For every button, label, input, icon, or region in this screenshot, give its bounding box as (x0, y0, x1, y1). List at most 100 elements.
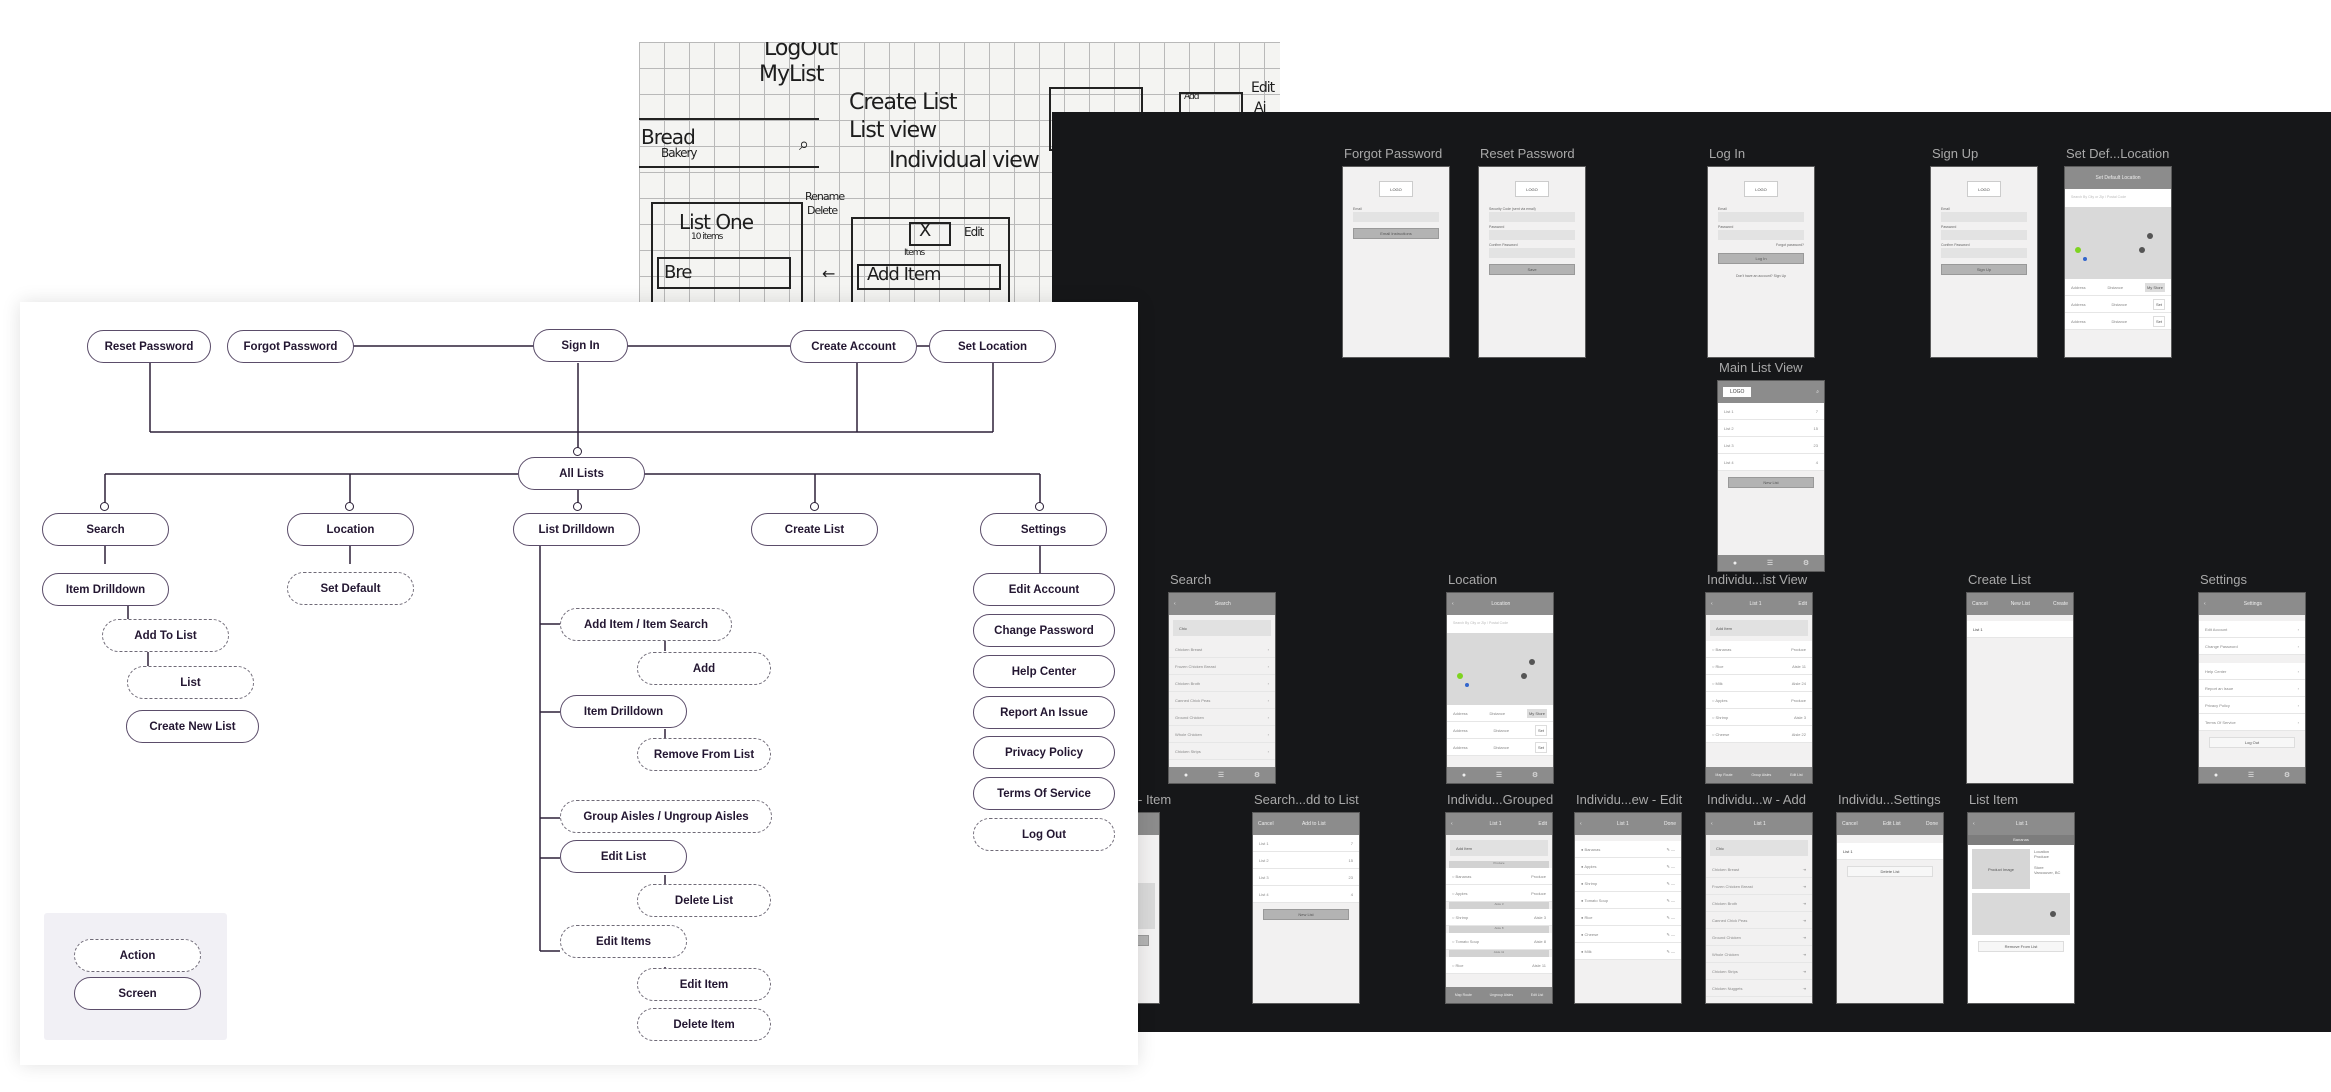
edit-button[interactable]: Edit (1798, 601, 1807, 607)
list-name[interactable]: List 1 (1724, 409, 1734, 414)
search-result[interactable]: Whole Chicken (1175, 732, 1202, 737)
item-name[interactable]: Shrimp (1585, 881, 1598, 886)
list-name-input[interactable]: List 1 (1967, 621, 2073, 638)
search-result[interactable]: Chicken Strips (1712, 969, 1738, 974)
search-result[interactable]: Chicken Breast (1175, 647, 1202, 652)
sign-up-link[interactable]: Don't have an account? Sign Up (1718, 274, 1804, 278)
save-button[interactable]: Save (1489, 264, 1575, 275)
settings-item[interactable]: Change Password (2205, 644, 2238, 649)
node-forgot-password[interactable]: Forgot Password (227, 330, 354, 363)
gear-icon[interactable]: ⚙ (2284, 771, 2290, 779)
set-button[interactable]: Set (1534, 741, 1547, 753)
cancel-button[interactable]: Cancel (1258, 821, 1274, 827)
list-name-input[interactable]: List 1 (1837, 843, 1943, 860)
list-name[interactable]: List 2 (1259, 858, 1269, 863)
search-input[interactable]: Chic (1173, 620, 1271, 636)
edit-list-button[interactable]: Edit List (1531, 993, 1543, 997)
confirm-password-field[interactable] (1489, 248, 1575, 258)
node-delete-item[interactable]: Delete Item (637, 1008, 771, 1041)
node-create-new-list[interactable]: Create New List (126, 710, 259, 743)
create-button[interactable]: Create (2053, 601, 2068, 607)
node-edit-list[interactable]: Edit List (560, 840, 687, 873)
node-item-drilldown[interactable]: Item Drilldown (42, 573, 169, 606)
item-name[interactable]: Tomato Soup (1455, 939, 1479, 944)
location-search-input[interactable]: Search By City or Zip / Postal Code (1447, 615, 1553, 633)
search-input[interactable]: Chic (1710, 840, 1808, 856)
new-list-button[interactable]: New List (1263, 909, 1349, 920)
node-location[interactable]: Location (287, 513, 414, 546)
item-name[interactable]: Bananas (1456, 874, 1472, 879)
ungroup-aisles-button[interactable]: Ungroup Aisles (1490, 993, 1514, 997)
search-icon[interactable]: ⌕ (1816, 389, 1819, 395)
item-name[interactable]: Shrimp (1456, 915, 1469, 920)
node-reset-password[interactable]: Reset Password (87, 330, 211, 363)
map-route-button[interactable]: Map Route (1455, 993, 1472, 997)
search-result[interactable]: Ground Chicken (1175, 715, 1204, 720)
search-result[interactable]: Chicken Broth (1175, 681, 1200, 686)
edit-list-button[interactable]: Edit List (1790, 773, 1802, 777)
search-result[interactable]: Canned Chick Peas (1175, 698, 1210, 703)
list-icon[interactable]: ☰ (1496, 771, 1502, 779)
search-result[interactable]: Frozen Chicken Breast (1712, 884, 1753, 889)
node-help-center[interactable]: Help Center (973, 655, 1115, 688)
gear-icon[interactable]: ⚙ (1803, 559, 1809, 567)
item-name[interactable]: Milk (1716, 681, 1723, 686)
item-name[interactable]: Shrimp (1716, 715, 1729, 720)
settings-item[interactable]: Edit Account (2205, 627, 2227, 632)
search-result[interactable]: Chicken Broth (1712, 901, 1737, 906)
gear-icon[interactable]: ⚙ (1254, 771, 1260, 779)
location-icon[interactable]: ● (1462, 772, 1466, 779)
edit-button[interactable]: Edit (1538, 821, 1547, 827)
node-set-default[interactable]: Set Default (287, 572, 414, 605)
set-button[interactable]: Set (2152, 315, 2165, 327)
done-button[interactable]: Done (1664, 821, 1676, 827)
search-result[interactable]: Ground Chicken (1712, 935, 1741, 940)
node-all-lists[interactable]: All Lists (518, 457, 645, 490)
password-field[interactable] (1718, 230, 1804, 240)
my-store-button[interactable]: My Store (2144, 282, 2165, 292)
item-name[interactable]: Cheese (1585, 932, 1599, 937)
settings-item[interactable]: Report an Issue (2205, 686, 2233, 691)
node-edit-item[interactable]: Edit Item (637, 968, 771, 1001)
item-name[interactable]: Apples (1715, 698, 1727, 703)
forgot-password-link[interactable]: Forgot password? (1718, 243, 1804, 247)
item-name[interactable]: Bananas (1716, 647, 1732, 652)
node-list-drilldown[interactable]: List Drilldown (513, 513, 640, 546)
my-store-button[interactable]: My Store (1526, 708, 1547, 718)
list-icon[interactable]: ☰ (2248, 771, 2254, 779)
edit-icon[interactable]: ✎ — (1667, 949, 1675, 954)
email-field[interactable] (1353, 212, 1439, 222)
item-name[interactable]: Bananas (1585, 847, 1601, 852)
node-log-out[interactable]: Log Out (973, 818, 1115, 851)
edit-icon[interactable]: ✎ — (1667, 881, 1675, 886)
node-settings[interactable]: Settings (980, 513, 1107, 546)
settings-item[interactable]: Privacy Policy (2205, 703, 2230, 708)
email-field[interactable] (1941, 212, 2027, 222)
edit-icon[interactable]: ✎ — (1667, 864, 1675, 869)
node-set-location[interactable]: Set Location (929, 330, 1056, 363)
settings-item[interactable]: Terms Of Service (2205, 720, 2236, 725)
node-add-to-list[interactable]: Add To List (102, 619, 229, 652)
node-group-aisles[interactable]: Group Aisles / Ungroup Aisles (560, 800, 772, 833)
map[interactable] (2065, 207, 2171, 279)
node-create-account[interactable]: Create Account (790, 330, 917, 363)
node-terms-of-service[interactable]: Terms Of Service (973, 777, 1115, 810)
log-out-button[interactable]: Log Out (2209, 737, 2295, 748)
node-edit-items[interactable]: Edit Items (560, 925, 687, 958)
item-name[interactable]: Cheese (1716, 732, 1730, 737)
list-name[interactable]: List 4 (1724, 460, 1734, 465)
security-code-field[interactable] (1489, 212, 1575, 222)
item-name[interactable]: Milk (1585, 949, 1592, 954)
node-add[interactable]: Add (637, 652, 771, 685)
password-field[interactable] (1489, 230, 1575, 240)
gear-icon[interactable]: ⚙ (1532, 771, 1538, 779)
location-icon[interactable]: ● (1184, 772, 1188, 779)
add-item-input[interactable]: Add Item (1710, 620, 1808, 636)
node-item-drilldown-2[interactable]: Item Drilldown (560, 695, 687, 728)
location-icon[interactable]: ● (2214, 772, 2218, 779)
edit-icon[interactable]: ✎ — (1667, 898, 1675, 903)
password-field[interactable] (1941, 230, 2027, 240)
delete-list-button[interactable]: Delete List (1847, 866, 1933, 877)
search-result[interactable]: Whole Chicken (1712, 952, 1739, 957)
list-icon[interactable]: ☰ (1767, 559, 1773, 567)
